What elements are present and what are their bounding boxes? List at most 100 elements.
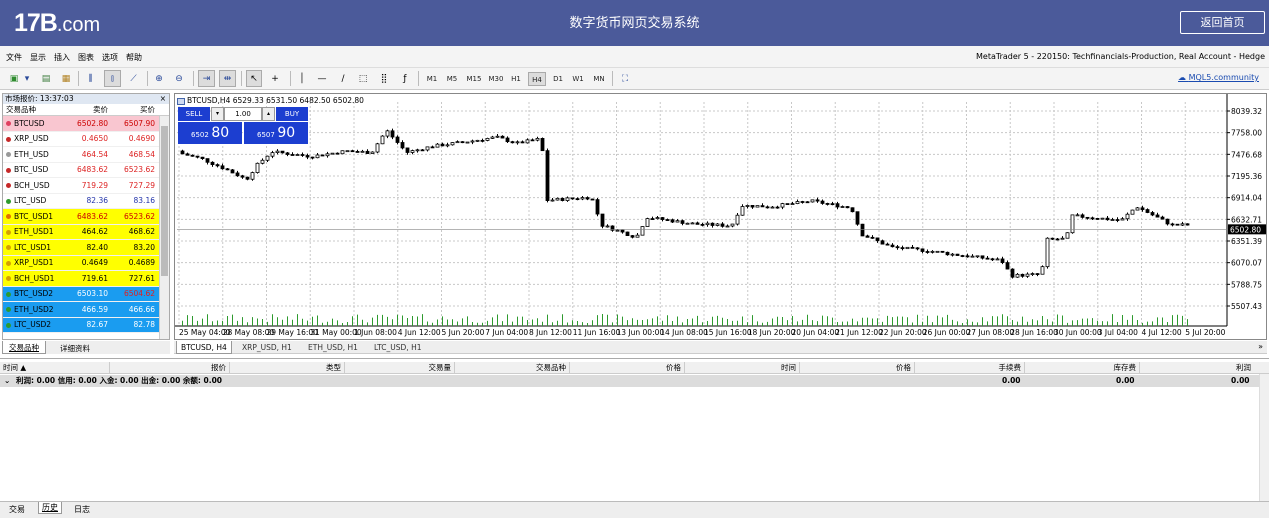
profiles-icon[interactable]: ▤: [38, 70, 54, 87]
lot-decrease-icon[interactable]: ▾: [211, 107, 224, 121]
market-watch-row[interactable]: BCH_USD1 719.61 727.61: [3, 271, 169, 287]
timeframe-m1[interactable]: M1: [424, 72, 440, 86]
col-time[interactable]: 时间 ▲: [0, 362, 110, 374]
chart-tab-ltc-usd-h1[interactable]: LTC_USD, H1: [370, 341, 425, 354]
buy-price[interactable]: 6507 90: [244, 122, 308, 144]
crosshair-icon[interactable]: +: [267, 70, 283, 87]
market-watch-row[interactable]: ETH_USD1 464.62 468.62: [3, 224, 169, 240]
mql5-community-link[interactable]: ☁ MQL5.community: [1178, 73, 1259, 82]
market-watch-row[interactable]: BCH_USD 719.29 727.29: [3, 178, 169, 194]
current-price-label: 6502.80: [1230, 225, 1261, 234]
menu-help[interactable]: 帮助: [126, 52, 142, 63]
chart-tab-btcusd-h4[interactable]: BTCUSD, H4: [176, 341, 232, 354]
timeframe-w1[interactable]: W1: [570, 72, 586, 86]
mql5-icon: ☁: [1178, 73, 1189, 82]
timeframe-mn[interactable]: MN: [590, 72, 608, 86]
col-ask[interactable]: 买价: [111, 104, 158, 115]
menu-file[interactable]: 文件: [6, 52, 22, 63]
tab-details[interactable]: 详细资料: [60, 343, 90, 354]
tab-journal[interactable]: 日志: [74, 504, 90, 515]
menu-insert[interactable]: 插入: [54, 52, 70, 63]
market-watch-row[interactable]: XRP_USD1 0.4649 0.4689: [3, 255, 169, 271]
chart-window[interactable]: 8039.32 7758.00 7476.68 7195.36 6914.04 6632.…: [174, 93, 1267, 340]
candle: [790, 203, 795, 206]
market-watch-row[interactable]: ETH_USD 464.54 468.54: [3, 147, 169, 163]
market-watch-row[interactable]: BTCUSD 6502.80 6507.90: [3, 116, 169, 132]
candle: [435, 143, 440, 148]
sell-button[interactable]: SELL: [178, 107, 210, 121]
candlestick-chart[interactable]: 8039.32 7758.00 7476.68 7195.36 6914.04 6632.…: [175, 94, 1267, 340]
col-close-price[interactable]: 价格: [800, 362, 915, 374]
candle: [530, 139, 535, 142]
market-watch-row[interactable]: LTC_USD1 82.40 83.20: [3, 240, 169, 256]
data-window-icon[interactable]: ▦: [58, 70, 74, 87]
col-close-time[interactable]: 时间: [685, 362, 800, 374]
candle: [655, 217, 660, 220]
menu-options[interactable]: 选项: [102, 52, 118, 63]
col-bid[interactable]: 卖价: [63, 104, 111, 115]
fibonacci-icon[interactable]: ⣿: [376, 70, 392, 87]
col-price[interactable]: 价格: [570, 362, 685, 374]
col-type[interactable]: 类型: [230, 362, 345, 374]
autoscroll-icon[interactable]: ⇥: [198, 70, 215, 87]
lot-increase-icon[interactable]: ▴: [262, 107, 275, 121]
new-chart-icon[interactable]: ▣: [6, 70, 22, 87]
vertical-line-icon[interactable]: │: [295, 70, 309, 87]
candle: [685, 222, 690, 225]
col-symbol2[interactable]: 交易品种: [455, 362, 570, 374]
dropdown-icon[interactable]: ▾: [23, 70, 31, 87]
trendline-icon[interactable]: ∕: [335, 70, 351, 87]
timeframe-h1[interactable]: H1: [508, 72, 524, 86]
market-watch-row[interactable]: LTC_USD2 82.67 82.78: [3, 317, 169, 333]
candle: [585, 197, 590, 200]
market-watch-row[interactable]: BTC_USD 6483.62 6523.62: [3, 162, 169, 178]
tab-trade[interactable]: 交易: [9, 504, 25, 515]
lot-size-input[interactable]: 1.00: [224, 107, 262, 121]
timeframe-m15[interactable]: M15: [464, 72, 484, 86]
col-symbol[interactable]: 交易品种: [3, 104, 63, 115]
indicator-icon[interactable]: ƒ: [397, 70, 413, 87]
market-watch-row[interactable]: LTC_USD 82.36 83.16: [3, 193, 169, 209]
col-commission[interactable]: 手续费: [915, 362, 1025, 374]
timeframe-m30[interactable]: M30: [486, 72, 506, 86]
candlestick-icon[interactable]: ⫾: [104, 70, 121, 87]
market-watch-row[interactable]: XRP_USD 0.4650 0.4690: [3, 131, 169, 147]
line-chart-icon[interactable]: ⟋: [125, 70, 142, 87]
chart-shift-icon[interactable]: ⇹: [219, 70, 236, 87]
market-watch-row[interactable]: BTC_USD2 6503.10 6504.62: [3, 286, 169, 302]
market-watch-scrollbar[interactable]: [159, 116, 169, 339]
text-label-icon[interactable]: ⬚: [355, 70, 371, 87]
fullscreen-icon[interactable]: ⛶: [617, 70, 633, 87]
candle: [425, 146, 430, 151]
timeframe-d1[interactable]: D1: [550, 72, 566, 86]
sell-price[interactable]: 6502 80: [178, 122, 242, 144]
expand-icon[interactable]: ⌄: [4, 375, 10, 387]
tab-symbols[interactable]: 交易品种: [2, 341, 46, 354]
menu-charts[interactable]: 图表: [78, 52, 94, 63]
menu-view[interactable]: 显示: [30, 52, 46, 63]
bar-chart-icon[interactable]: ⫼: [82, 70, 99, 87]
zoom-in-icon[interactable]: ⊕: [151, 70, 167, 87]
home-button[interactable]: 返回首页: [1180, 11, 1265, 34]
close-icon[interactable]: ×: [160, 94, 166, 104]
tab-history[interactable]: 历史: [38, 502, 62, 514]
market-watch-row[interactable]: ETH_USD2 466.59 466.66: [3, 302, 169, 318]
timeframe-m5[interactable]: M5: [444, 72, 460, 86]
horizontal-line-icon[interactable]: —: [314, 70, 330, 87]
toolbox-scrollbar[interactable]: [1259, 374, 1269, 501]
candle: [335, 152, 340, 155]
col-swap[interactable]: 库存费: [1025, 362, 1140, 374]
market-watch-row[interactable]: BTC_USD1 6483.62 6523.62: [3, 209, 169, 225]
col-ticket[interactable]: 报价: [110, 362, 230, 374]
chart-tab-xrp-usd-h1[interactable]: XRP_USD, H1: [238, 341, 296, 354]
col-profit[interactable]: 利润: [1140, 362, 1254, 374]
cursor-icon[interactable]: ↖: [246, 70, 262, 87]
col-volume[interactable]: 交易量: [345, 362, 455, 374]
candle: [965, 255, 970, 258]
chart-tabs-overflow-icon[interactable]: »: [1258, 342, 1263, 351]
buy-button[interactable]: BUY: [276, 107, 308, 121]
volume-group: [182, 314, 1188, 326]
zoom-out-icon[interactable]: ⊖: [171, 70, 187, 87]
timeframe-h4[interactable]: H4: [528, 72, 546, 86]
chart-tab-eth-usd-h1[interactable]: ETH_USD, H1: [304, 341, 362, 354]
